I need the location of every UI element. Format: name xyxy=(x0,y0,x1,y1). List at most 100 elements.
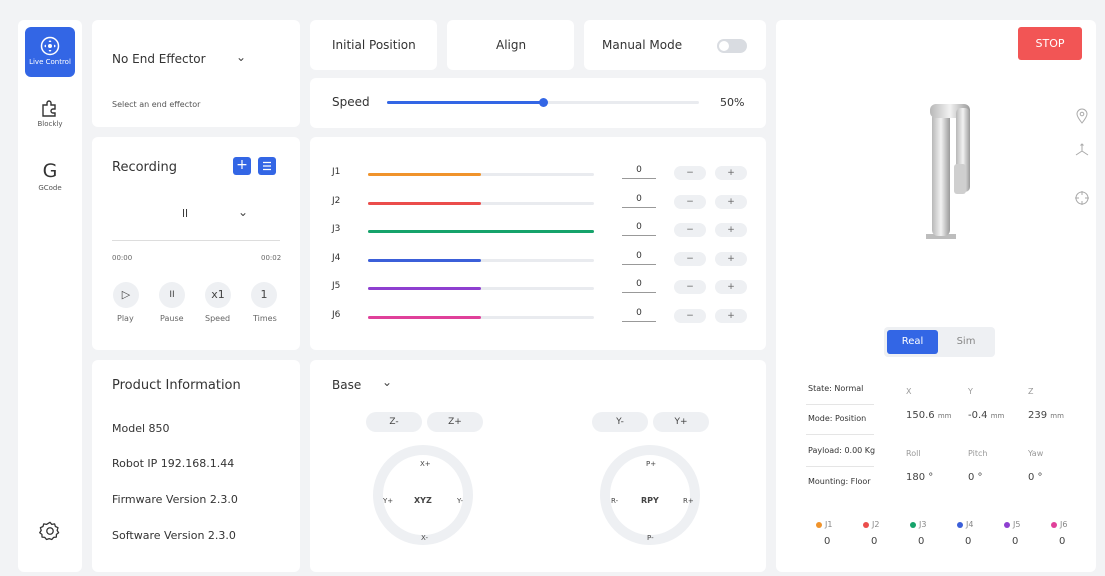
axes-icon[interactable] xyxy=(1074,142,1090,158)
puzzle-icon xyxy=(42,100,56,117)
pitch-label: Pitch xyxy=(968,449,988,458)
play-button[interactable]: ▷ xyxy=(113,282,139,308)
sidebar-item-gcode[interactable]: G GCode xyxy=(18,160,82,192)
align-label: Align xyxy=(496,38,527,52)
jog-z-plus-button[interactable]: Z+ xyxy=(427,412,483,432)
jog-x-plus[interactable]: X+ xyxy=(420,460,431,468)
coordinate-frame-select[interactable]: Base xyxy=(332,378,361,392)
plus-icon: + xyxy=(236,157,248,173)
joint-readout-label: J1 xyxy=(816,520,832,529)
robot-arm-model[interactable] xyxy=(922,102,982,242)
chevron-down-icon[interactable]: ⌄ xyxy=(236,50,246,64)
z-value: 239 mm xyxy=(1028,410,1064,421)
roll-value: 180 ° xyxy=(906,472,934,483)
sidebar-item-blockly[interactable]: Blockly xyxy=(18,98,82,128)
joint-slider[interactable] xyxy=(368,173,594,176)
manual-mode-toggle[interactable] xyxy=(717,39,747,53)
jog-y-minus[interactable]: Y- xyxy=(457,497,463,505)
joint-slider[interactable] xyxy=(368,201,594,205)
real-label: Real xyxy=(901,336,924,347)
pitch-value: 0 ° xyxy=(968,472,983,483)
joint-readout-label: J4 xyxy=(957,520,973,529)
joint-increment-button[interactable]: + xyxy=(715,223,747,237)
jog-yaw-plus-button[interactable]: Y+ xyxy=(653,412,709,432)
pause-button[interactable]: II xyxy=(159,282,185,308)
playback-speed-button[interactable]: x1 xyxy=(205,282,231,308)
time-end: 00:02 xyxy=(261,254,282,262)
live-control-icon xyxy=(40,36,60,56)
mode-text: Mode: Position xyxy=(808,414,867,423)
y-value: -0.4 mm xyxy=(968,410,1005,421)
pause-icon: II xyxy=(169,290,175,300)
joint-increment-button[interactable]: + xyxy=(715,251,747,266)
jog-pitch-minus[interactable]: P- xyxy=(647,534,654,542)
joint-slider[interactable] xyxy=(368,287,594,290)
joint-label: J5 xyxy=(332,281,341,291)
repeat-times-button[interactable]: 1 xyxy=(251,282,277,308)
speed-slider[interactable] xyxy=(387,98,699,107)
joint-slider[interactable] xyxy=(368,315,594,319)
crosshair-icon[interactable] xyxy=(1074,190,1090,206)
joint-increment-button[interactable]: + xyxy=(715,280,747,294)
joint-color-dot xyxy=(816,521,822,528)
joint-decrement-button[interactable]: − xyxy=(674,251,706,266)
joint-readout-value: 0 xyxy=(965,536,972,547)
chevron-down-icon[interactable]: ⌄ xyxy=(382,375,392,389)
joint-decrement-button[interactable]: − xyxy=(674,166,706,180)
jog-roll-minus[interactable]: R- xyxy=(611,497,618,505)
sidebar-item-live-control[interactable]: Live Control xyxy=(25,27,75,77)
jog-y-plus[interactable]: Y+ xyxy=(383,497,393,505)
joints-card: J1 0− + J2 0− + J3 0− + J4 0− + J5 0− + J6 0− + xyxy=(310,137,766,350)
times-label: Times xyxy=(253,314,277,323)
initial-position-button[interactable]: Initial Position xyxy=(310,20,437,70)
align-button[interactable]: Align xyxy=(447,20,574,70)
joint-decrement-button[interactable]: − xyxy=(674,308,706,323)
stop-label: STOP xyxy=(1035,37,1065,50)
joint-decrement-button[interactable]: − xyxy=(674,280,706,294)
jog-yaw-minus-button[interactable]: Y- xyxy=(592,412,648,432)
payload-text: Payload: 0.00 Kg xyxy=(808,446,876,455)
y-label: Y xyxy=(968,387,973,396)
joint-slider-fill xyxy=(368,201,481,205)
stop-button[interactable]: STOP xyxy=(1018,27,1082,60)
joint-increment-button[interactable]: + xyxy=(715,308,747,323)
jog-z-minus-button[interactable]: Z- xyxy=(366,412,422,432)
joint-slider[interactable] xyxy=(368,230,594,233)
speed-slider-knob[interactable] xyxy=(539,98,548,107)
jog-roll-plus[interactable]: R+ xyxy=(683,497,694,505)
joint-slider-fill xyxy=(368,173,481,176)
settings-button[interactable] xyxy=(18,520,82,542)
sidebar: Live Control Blockly G GCode xyxy=(18,20,82,572)
mounting-text: Mounting: Floor xyxy=(808,477,871,486)
joint-value-input[interactable]: 0 xyxy=(622,194,656,208)
speed-value: 50% xyxy=(720,96,745,109)
recording-select[interactable]: ll ⌄ xyxy=(112,204,280,241)
jog-z-minus-label: Z- xyxy=(389,417,399,427)
joint-value-input[interactable]: 0 xyxy=(622,279,656,293)
joint-increment-button[interactable]: + xyxy=(715,166,747,180)
rpy-center-label: RPY xyxy=(641,496,659,505)
add-recording-button[interactable]: + xyxy=(233,157,251,175)
jog-x-minus[interactable]: X- xyxy=(421,534,428,542)
divider xyxy=(806,434,874,435)
location-pin-icon[interactable] xyxy=(1075,108,1089,124)
robot-view-panel: STOP Real Sim State: Normal Mode: Positi… xyxy=(776,20,1096,572)
state-text: State: Normal xyxy=(808,384,864,393)
joint-value-input[interactable]: 0 xyxy=(622,251,656,265)
joint-value-input[interactable]: 0 xyxy=(622,308,656,322)
gcode-icon: G xyxy=(42,160,58,182)
sim-view-button[interactable]: Sim xyxy=(940,330,992,354)
joint-value-input[interactable]: 0 xyxy=(622,222,656,236)
joint-value-input[interactable]: 0 xyxy=(622,165,656,179)
joint-label: J4 xyxy=(332,252,341,263)
joint-decrement-button[interactable]: − xyxy=(674,194,706,209)
recording-list-button[interactable] xyxy=(258,157,276,175)
jog-pitch-plus[interactable]: P+ xyxy=(646,460,656,468)
joint-decrement-button[interactable]: − xyxy=(674,223,706,237)
sim-label: Sim xyxy=(956,336,976,347)
joint-slider-fill xyxy=(368,315,481,319)
joint-label: J3 xyxy=(332,224,341,234)
joint-increment-button[interactable]: + xyxy=(715,194,747,209)
real-view-button[interactable]: Real xyxy=(887,330,938,354)
joint-slider[interactable] xyxy=(368,258,594,262)
